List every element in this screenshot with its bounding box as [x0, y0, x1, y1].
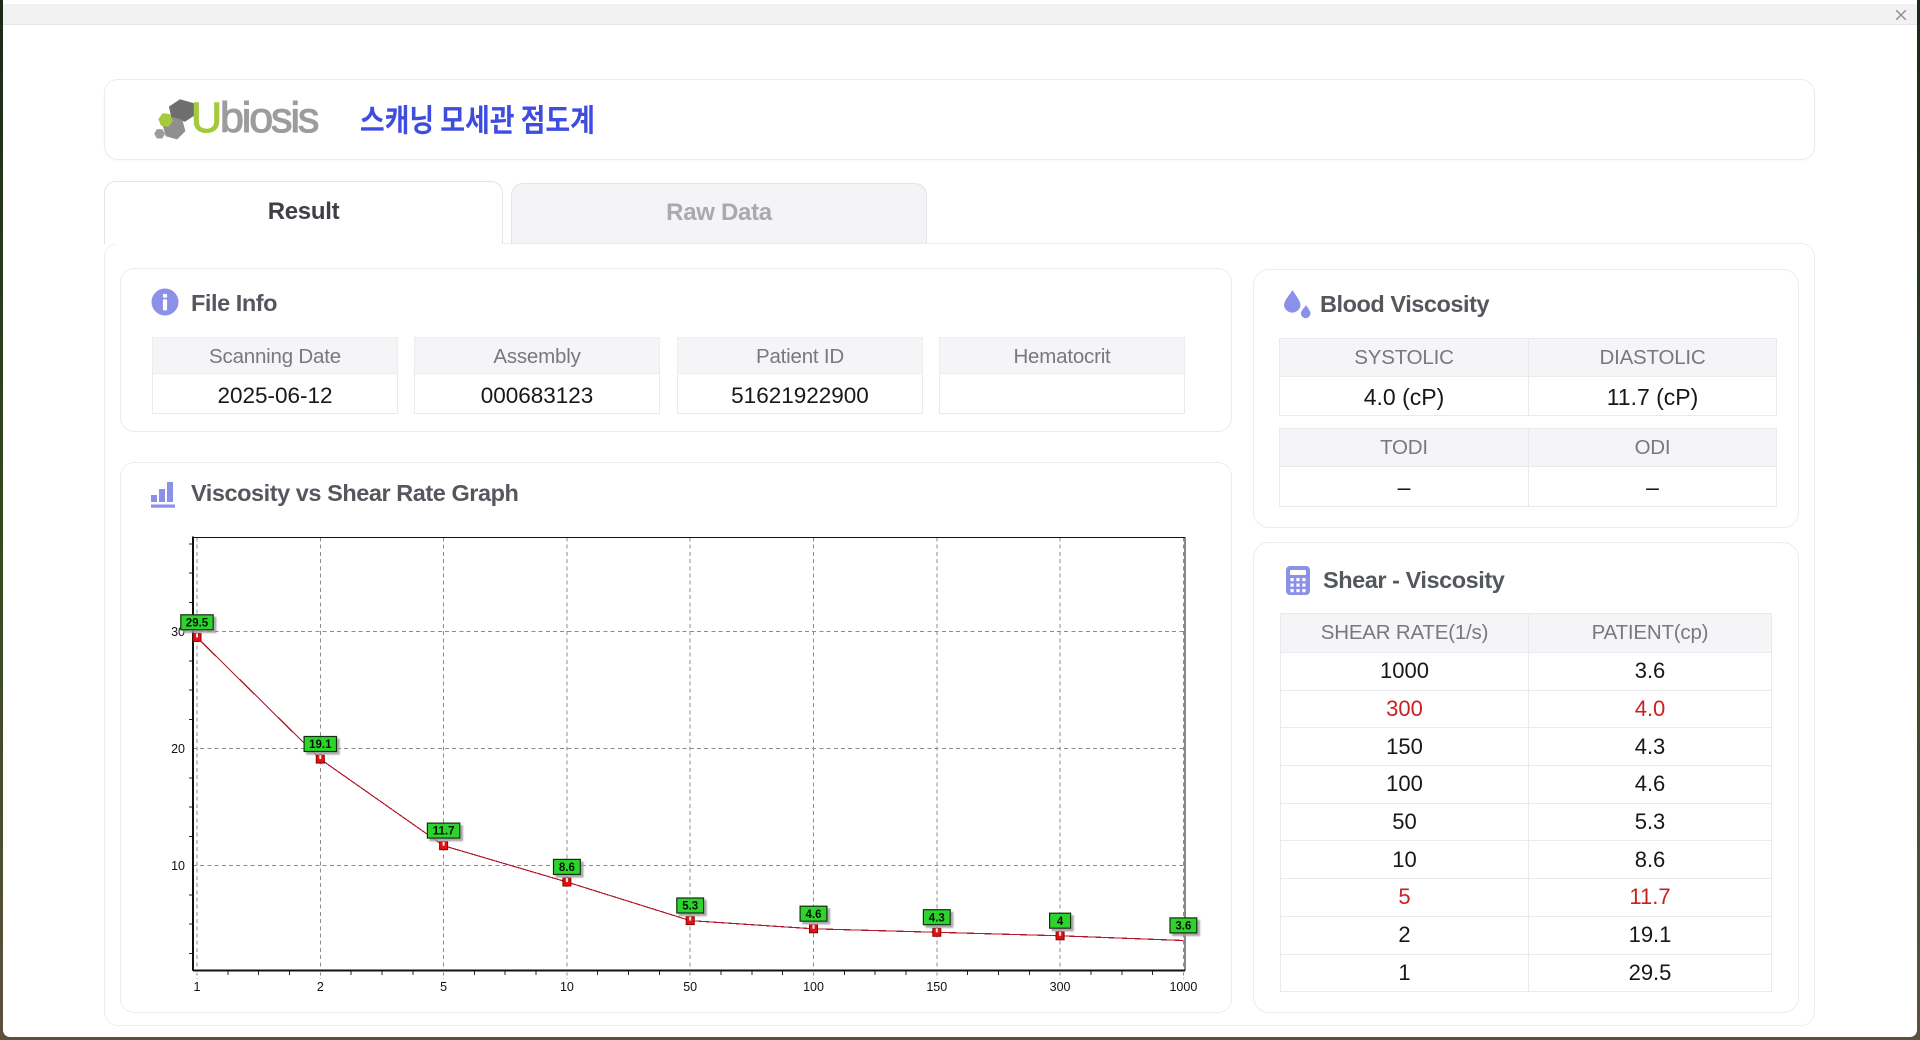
svg-text:10: 10	[171, 859, 185, 873]
svg-text:11.7: 11.7	[433, 826, 455, 838]
svg-text:2: 2	[317, 980, 324, 994]
svg-text:1: 1	[194, 980, 201, 994]
svg-text:300: 300	[1050, 980, 1071, 994]
svg-text:4.3: 4.3	[929, 912, 945, 924]
svg-text:150: 150	[926, 980, 947, 994]
svg-text:5: 5	[440, 980, 447, 994]
svg-text:20: 20	[171, 742, 185, 756]
svg-text:8.6: 8.6	[559, 862, 575, 874]
svg-text:4: 4	[1057, 916, 1064, 928]
svg-text:10: 10	[560, 980, 574, 994]
svg-text:4.6: 4.6	[806, 909, 822, 921]
svg-text:19.1: 19.1	[309, 739, 332, 751]
svg-text:50: 50	[683, 980, 697, 994]
svg-text:5.3: 5.3	[682, 901, 698, 913]
svg-text:1000: 1000	[1169, 980, 1197, 994]
svg-text:29.5: 29.5	[186, 617, 209, 629]
svg-text:3.6: 3.6	[1175, 921, 1191, 933]
svg-text:100: 100	[803, 980, 824, 994]
